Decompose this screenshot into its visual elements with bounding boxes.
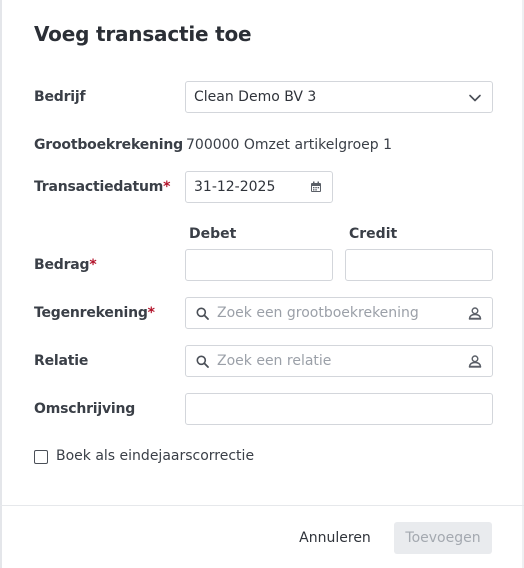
- omschrijving-label: Omschrijving: [34, 401, 136, 417]
- lookup-icon[interactable]: [468, 306, 482, 320]
- tegenrekening-search-input[interactable]: Zoek een grootboekrekening: [185, 297, 493, 329]
- chevron-down-icon: [469, 94, 481, 102]
- bedrag-label-text: Bedrag: [34, 257, 90, 273]
- transactiedatum-input[interactable]: 31-12-2025: [185, 171, 333, 203]
- debet-input[interactable]: [185, 249, 333, 281]
- transactiedatum-label-text: Transactiedatum: [34, 179, 164, 195]
- required-mark: *: [163, 179, 171, 195]
- grootboekrekening-value: 700000 Omzet artikelgroep 1: [186, 137, 393, 153]
- credit-header: Credit: [349, 226, 398, 242]
- bedrijf-selected-value: Clean Demo BV 3: [194, 89, 317, 105]
- search-icon: [196, 307, 209, 320]
- dialog-title: Voeg transactie toe: [34, 22, 252, 46]
- grootboekrekening-label: Grootboekrekening: [34, 137, 183, 153]
- dialog-left-edge: [0, 0, 2, 568]
- relatie-search-input[interactable]: Zoek een relatie: [185, 345, 493, 377]
- tegenrekening-placeholder: Zoek een grootboekrekening: [217, 305, 419, 321]
- eindejaarscorrectie-label[interactable]: Boek als eindejaarscorrectie: [56, 448, 254, 464]
- required-mark: *: [89, 257, 97, 273]
- search-icon: [196, 355, 209, 368]
- transactiedatum-value: 31-12-2025: [194, 179, 276, 195]
- debet-header: Debet: [189, 226, 237, 242]
- lookup-icon[interactable]: [468, 354, 482, 368]
- add-button[interactable]: Toevoegen: [394, 522, 492, 554]
- bedrijf-label: Bedrijf: [34, 89, 86, 105]
- tegenrekening-label: Tegenrekening*: [34, 305, 155, 321]
- required-mark: *: [147, 305, 155, 321]
- relatie-label: Relatie: [34, 353, 89, 369]
- transactiedatum-label: Transactiedatum*: [34, 179, 170, 195]
- cancel-button[interactable]: Annuleren: [290, 522, 380, 554]
- bedrijf-select[interactable]: Clean Demo BV 3: [185, 81, 493, 113]
- calendar-icon[interactable]: [310, 181, 322, 193]
- tegenrekening-label-text: Tegenrekening: [34, 305, 148, 321]
- bedrag-label: Bedrag*: [34, 257, 97, 273]
- relatie-placeholder: Zoek een relatie: [217, 353, 332, 369]
- credit-input[interactable]: [345, 249, 493, 281]
- omschrijving-input[interactable]: [185, 393, 493, 425]
- eindejaarscorrectie-checkbox[interactable]: [34, 450, 48, 464]
- footer-divider: [0, 505, 524, 506]
